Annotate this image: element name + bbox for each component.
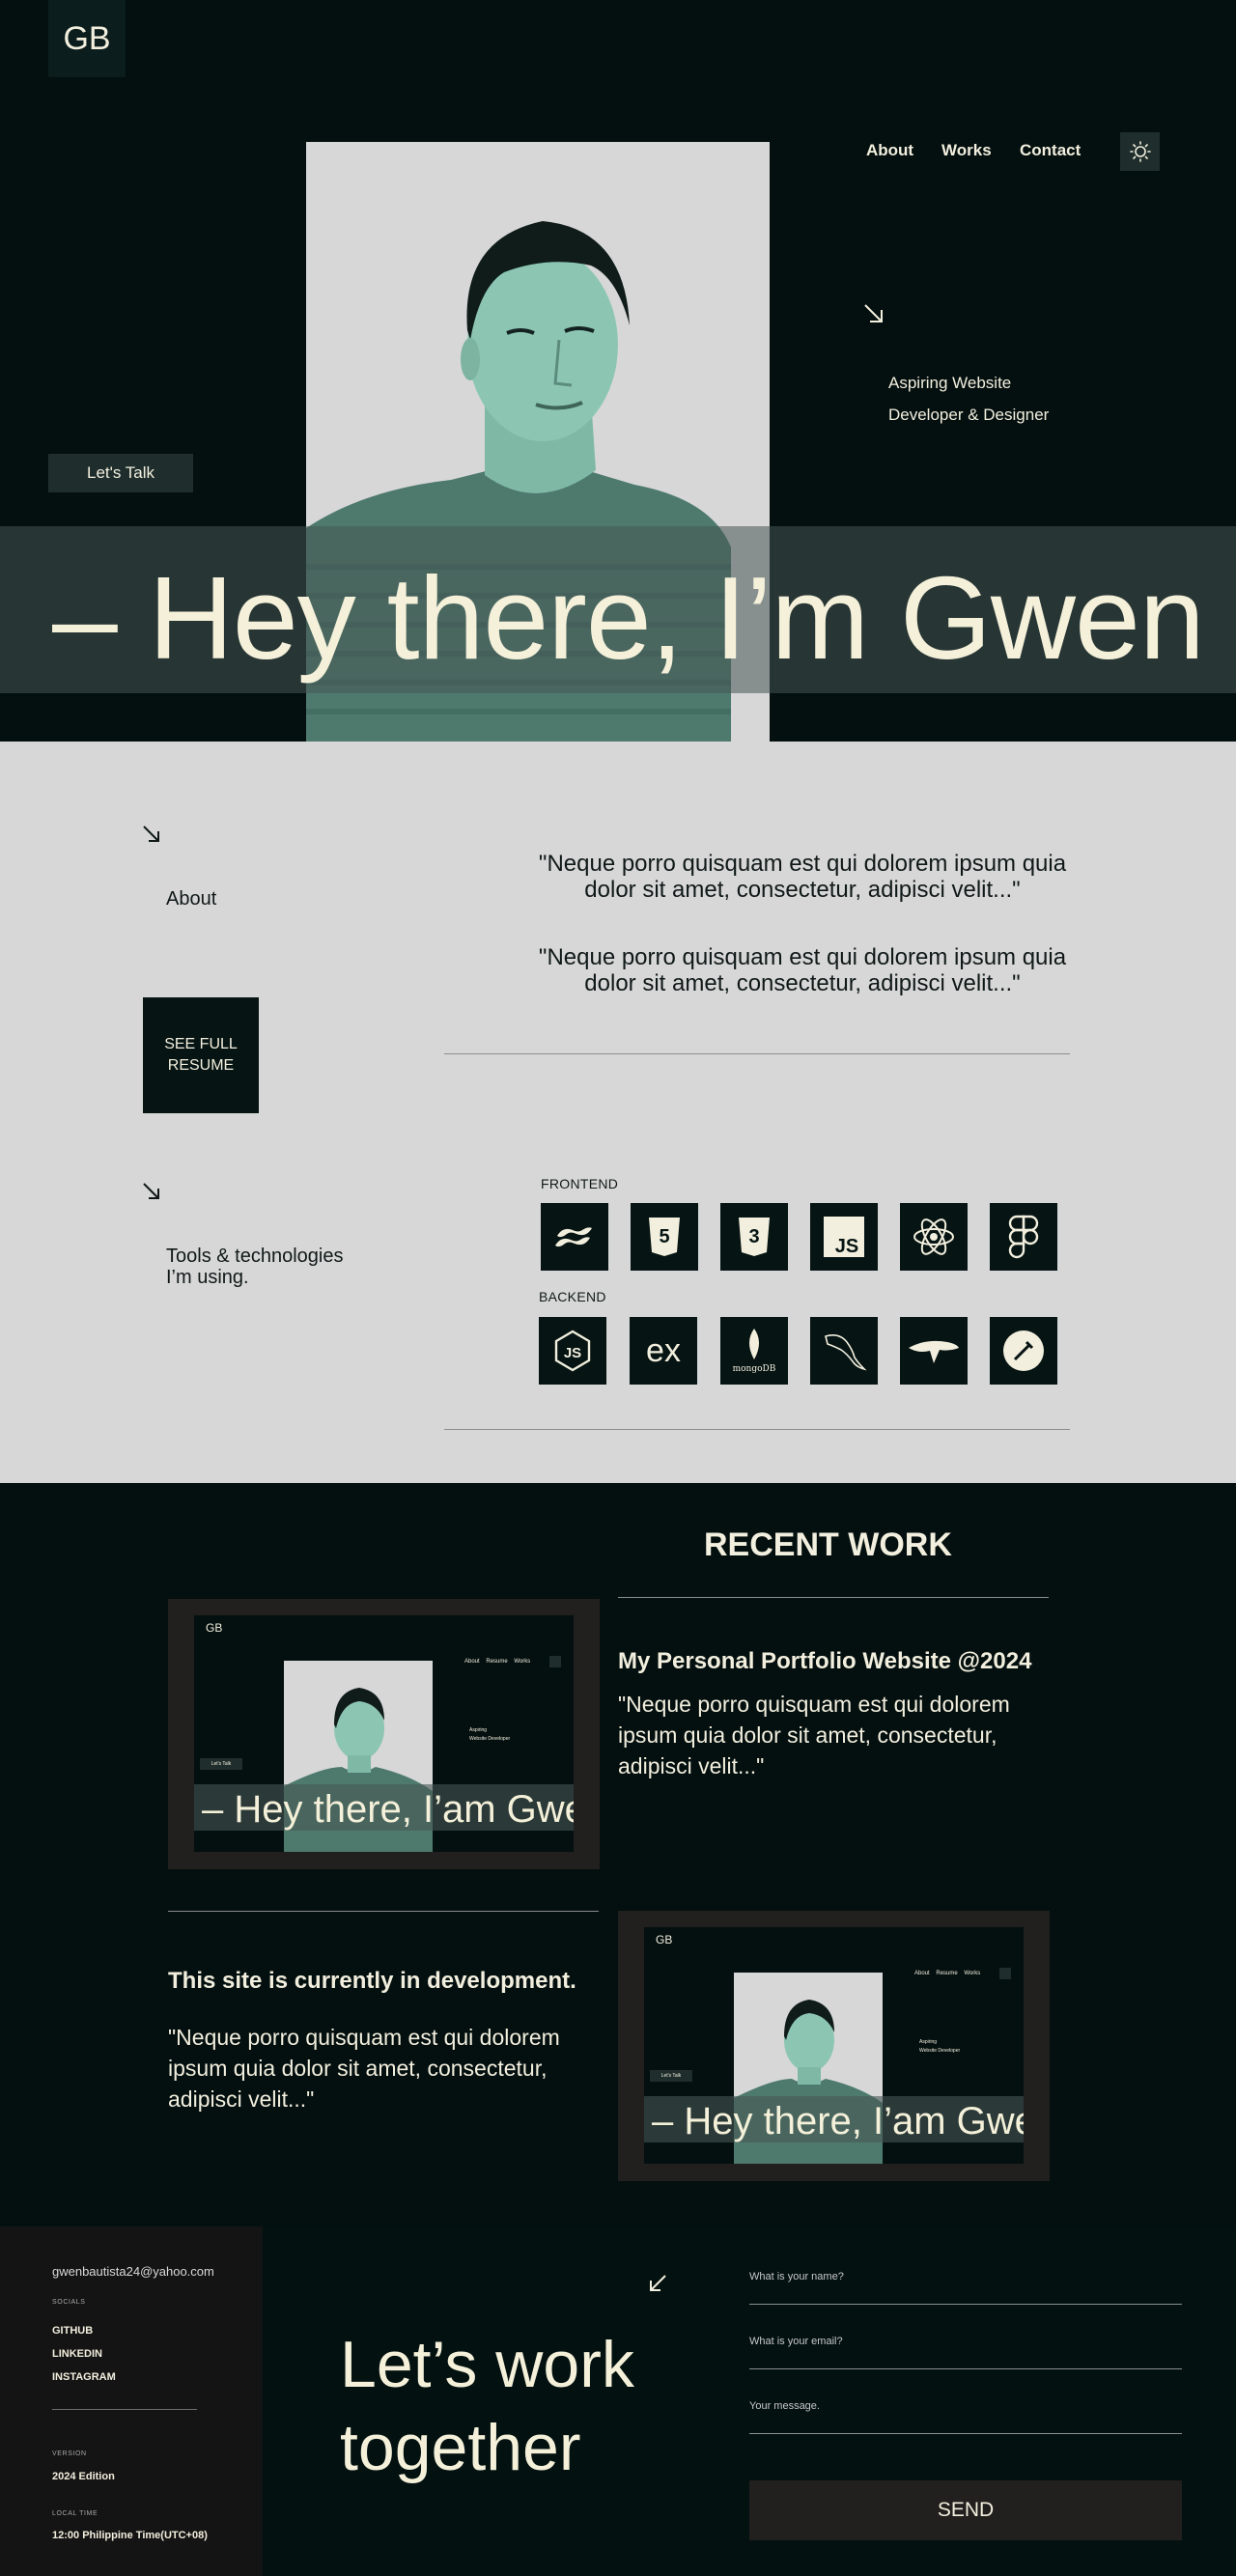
thumbnail-banner-text: – Hey there, I’am Gwen (652, 2100, 1024, 2142)
project-2-description: "Neque porro quisquam est qui dolorem ip… (168, 2025, 560, 2112)
figma-icon (990, 1203, 1057, 1271)
sun-icon (1129, 141, 1151, 162)
see-full-resume-button[interactable]: SEE FULL RESUME (143, 997, 259, 1113)
thumbnail-nav: About Resume Works (914, 1971, 981, 1976)
frontend-label: FRONTEND (541, 1176, 619, 1191)
divider (168, 1911, 599, 1912)
nodejs-icon: JS (539, 1317, 606, 1385)
arrow-down-left-icon (650, 2275, 666, 2291)
hero-heading: – Hey there, I’m Gwen (52, 552, 1205, 684)
thumbnail-logo: GB (656, 1933, 673, 1946)
thumbnail-preview: GB About Resume Works Aspiring Website De… (644, 1927, 1024, 2164)
thumbnail-cta: Let's Talk (650, 2070, 692, 2082)
svg-text:5: 5 (659, 1226, 669, 1247)
social-link-linkedin[interactable]: LINKEDIN (52, 2348, 102, 2360)
social-link-instagram[interactable]: INSTAGRAM (52, 2371, 116, 2383)
about-label: About (166, 888, 217, 910)
thumbnail-theme-toggle (549, 1656, 561, 1667)
divider (444, 1429, 1070, 1430)
tailwind-icon (541, 1203, 608, 1271)
thumbnail-nav: About Resume Works (464, 1659, 531, 1665)
tagline-line2: Developer & Designer (888, 406, 1050, 424)
svg-text:JS: JS (564, 1345, 581, 1361)
project-1-description: "Neque porro quisquam est qui dolorem ip… (618, 1692, 1010, 1778)
react-icon (900, 1203, 968, 1271)
contact-headline: Let’s work together (340, 2328, 634, 2484)
recent-work-section: RECENT WORK GB About Resume Works Aspiri… (0, 1483, 1236, 2226)
contact-email-link[interactable]: gwenbautista24@yahoo.com (52, 2264, 214, 2279)
about-section: About SEE FULL RESUME "Neque porro quisqu… (0, 742, 1236, 1483)
nav-works[interactable]: Works (941, 141, 992, 160)
recent-work-title: RECENT WORK (704, 1526, 952, 1563)
thumbnail-tagline: Aspiring Website Developer (469, 1727, 511, 1742)
tools-label: Tools & technologies I’m using. (166, 1246, 344, 1288)
divider (52, 2409, 197, 2410)
mysql-icon (810, 1317, 878, 1385)
nav-about[interactable]: About (866, 141, 913, 160)
thumbnail-banner: – Hey there, I’am Gwen (194, 1784, 574, 1831)
divider (618, 1597, 1049, 1598)
arrow-down-right-icon (143, 1183, 159, 1199)
thumbnail-banner-text: – Hey there, I’am Gwen (202, 1788, 574, 1831)
mongodb-icon: mongoDB (720, 1317, 788, 1385)
version-label: VERSION (52, 2450, 87, 2457)
hero-banner: – Hey there, I’m Gwen (0, 526, 1236, 693)
name-field[interactable]: What is your name? (749, 2271, 1182, 2305)
thumbnail-banner: – Hey there, I’am Gwen (644, 2096, 1024, 2142)
prisma-icon (900, 1317, 968, 1385)
email-field[interactable]: What is your email? (749, 2336, 1182, 2369)
backend-label: BACKEND (539, 1289, 606, 1304)
about-quote-1: "Neque porro quisquam est qui dolorem ip… (538, 851, 1067, 903)
javascript-icon: JS (810, 1203, 878, 1271)
resume-button-label: SEE FULL RESUME (164, 1036, 238, 1074)
tagline-line1: Aspiring Website (888, 374, 1012, 392)
about-quote-2: "Neque porro quisquam est qui dolorem ip… (538, 944, 1067, 996)
lets-talk-button[interactable]: Let's Talk (48, 454, 193, 492)
thumbnail-tagline: Aspiring Website Developer (919, 2039, 961, 2054)
email-field-placeholder: What is your email? (749, 2336, 843, 2347)
project-1-thumbnail[interactable]: GB About Resume Works Aspiring Website De… (168, 1599, 600, 1869)
svg-text:JS: JS (835, 1236, 858, 1257)
css3-icon: 3 (720, 1203, 788, 1271)
thumbnail-theme-toggle (999, 1968, 1011, 1979)
hero-tagline: Aspiring Website Developer & Designer (888, 367, 1049, 431)
project-1-title[interactable]: My Personal Portfolio Website @2024 (618, 1648, 1031, 1675)
project-2-title[interactable]: This site is currently in development. (168, 1968, 576, 1995)
version-value: 2024 Edition (52, 2471, 115, 2482)
socials-label: SOCIALS (52, 2299, 86, 2306)
arrow-down-right-icon (143, 826, 159, 842)
html5-icon: 5 (631, 1203, 698, 1271)
field-underline (749, 2304, 1182, 2305)
divider (444, 1053, 1070, 1054)
contact-section: gwenbautista24@yahoo.com SOCIALS GITHUB … (0, 2226, 1236, 2576)
name-field-placeholder: What is your name? (749, 2271, 844, 2282)
field-underline (749, 2368, 1182, 2369)
thumbnail-logo: GB (206, 1621, 223, 1635)
svg-text:mongoDB: mongoDB (733, 1364, 776, 1374)
svg-text:ex: ex (646, 1332, 681, 1369)
social-link-github[interactable]: GITHUB (52, 2325, 93, 2337)
theme-toggle-button[interactable] (1120, 132, 1160, 171)
message-field-placeholder: Your message. (749, 2400, 820, 2412)
message-field[interactable]: Your message. (749, 2400, 1182, 2434)
footer-sidebar: gwenbautista24@yahoo.com SOCIALS GITHUB … (0, 2226, 263, 2576)
local-time-label: LOCAL TIME (52, 2510, 98, 2517)
thumbnail-cta: Let's Talk (200, 1758, 242, 1770)
arrow-down-right-icon (864, 304, 883, 322)
site-logo[interactable]: GB (48, 0, 126, 77)
express-icon: ex (630, 1317, 697, 1385)
thumbnail-preview: GB About Resume Works Aspiring Website De… (194, 1615, 574, 1852)
local-time-value: 12:00 Philippine Time(UTC+08) (52, 2530, 208, 2541)
hero-section: GB About Works Contact Aspiring Website … (0, 0, 1236, 742)
svg-text:3: 3 (748, 1226, 759, 1247)
nav-contact[interactable]: Contact (1020, 141, 1081, 160)
postman-icon (990, 1317, 1057, 1385)
send-button[interactable]: SEND (749, 2480, 1182, 2540)
project-2-thumbnail[interactable]: GB About Resume Works Aspiring Website De… (618, 1911, 1050, 2181)
field-underline (749, 2433, 1182, 2434)
